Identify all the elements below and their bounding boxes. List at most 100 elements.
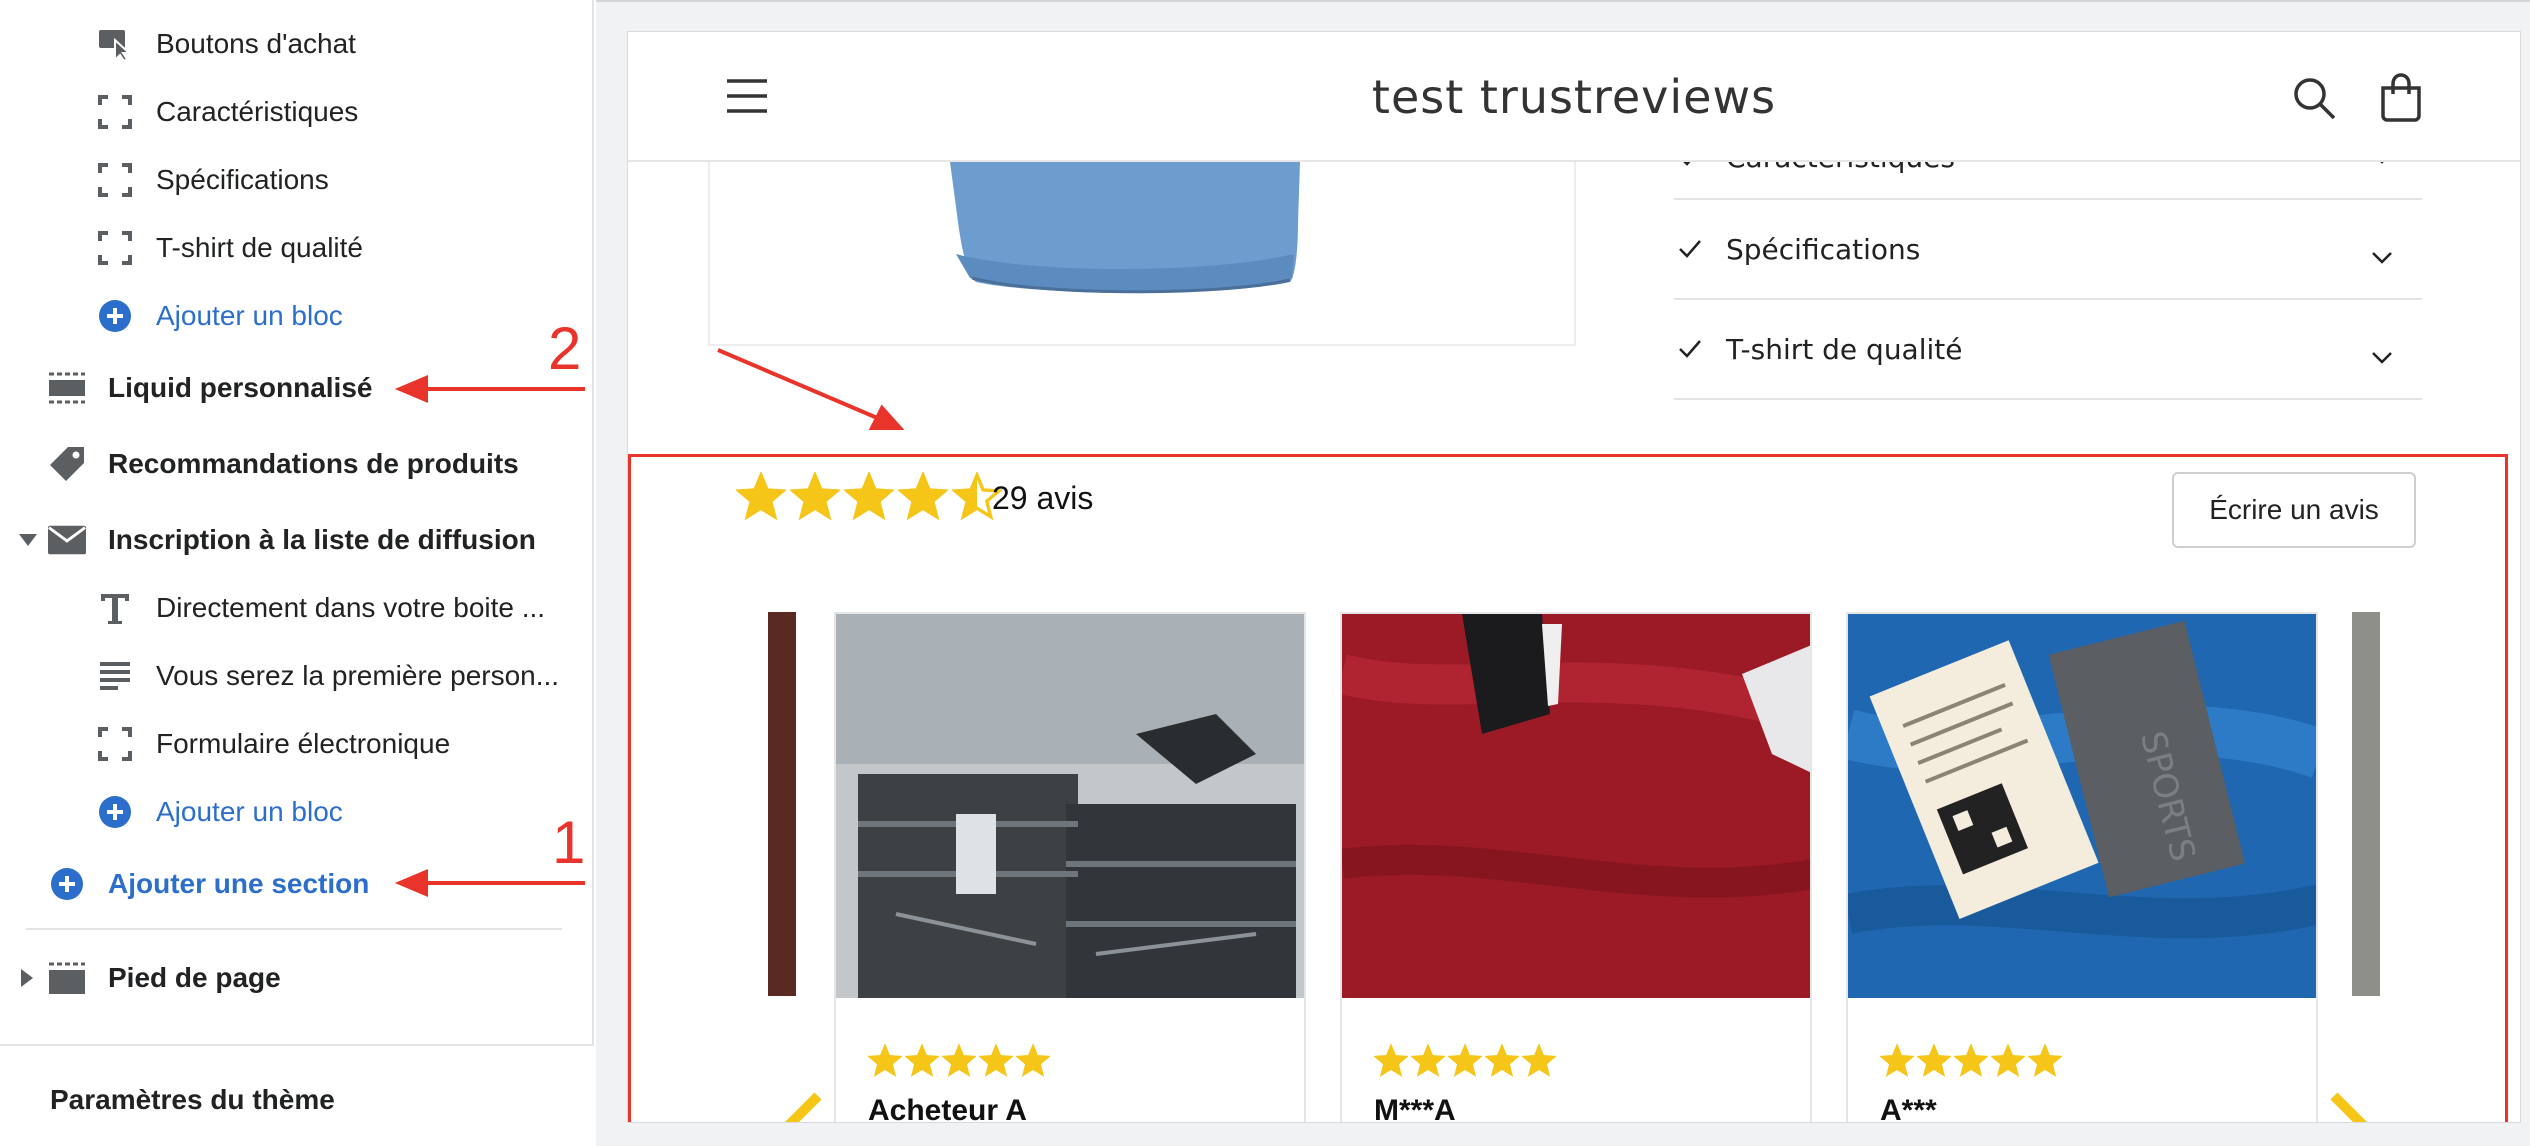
sidebar-section-label: Liquid personnalisé	[108, 372, 373, 403]
dashed-square-icon	[96, 725, 134, 763]
store-title[interactable]: test trustreviews	[628, 70, 2520, 124]
sidebar-block-email-form[interactable]: Formulaire électronique	[96, 714, 450, 774]
chevron-down-icon	[2372, 238, 2392, 271]
star-icon	[844, 472, 894, 521]
star-icon	[1954, 1044, 1988, 1077]
caret-right-icon	[21, 969, 33, 987]
review-card[interactable]: SPORTS A***	[1846, 612, 2318, 1122]
sidebar-item-label: Boutons d'achat	[156, 28, 356, 59]
add-block-button[interactable]: Ajouter un bloc	[96, 286, 343, 346]
accordion-quality-tshirt[interactable]: T-shirt de qualité	[1674, 300, 2422, 400]
add-section-button[interactable]: Ajouter une section	[48, 854, 369, 914]
accordion-label: Spécifications	[1726, 232, 1921, 266]
sidebar-section-product-recommendations[interactable]: Recommandations de produits	[48, 434, 519, 494]
average-rating-stars	[736, 472, 1006, 522]
write-review-button[interactable]: Écrire un avis	[2172, 472, 2416, 548]
sidebar-block-features[interactable]: Caractéristiques	[96, 82, 358, 142]
carousel-prev-arrow-icon[interactable]	[778, 1092, 828, 1122]
sidebar-item-label: Directement dans votre boite ...	[156, 592, 546, 623]
star-icon	[1411, 1044, 1445, 1077]
carousel-edge-photo-right	[2352, 612, 2380, 996]
section-layout-icon	[48, 369, 86, 407]
caret-down-icon	[19, 534, 37, 546]
review-card-stars	[868, 1044, 1053, 1078]
plus-circle-icon	[96, 297, 134, 335]
sidebar-item-label: Caractéristiques	[156, 96, 359, 127]
dashed-square-icon	[96, 161, 134, 199]
sidebar-section-newsletter[interactable]: Inscription à la liste de diffusion	[48, 510, 536, 570]
theme-editor-sidebar: Boutons d'achat Caractéristiques Spécifi…	[0, 0, 594, 1146]
star-icon	[1485, 1044, 1519, 1077]
section-layout-icon	[48, 959, 86, 997]
collapse-caret[interactable]	[18, 510, 38, 570]
review-count[interactable]: 29 avis	[992, 480, 1093, 517]
star-icon	[868, 1044, 902, 1077]
sidebar-item-label: Vous serez la première person...	[156, 660, 560, 691]
sidebar-block-specifications[interactable]: Spécifications	[96, 150, 329, 210]
preview-top-border	[596, 0, 2530, 2]
review-card-stars	[1374, 1044, 1559, 1078]
expand-caret[interactable]	[20, 948, 34, 1008]
review-card[interactable]: M***A	[1340, 612, 1812, 1122]
paragraph-icon	[96, 657, 134, 695]
sidebar-section-label: Recommandations de produits	[108, 448, 519, 479]
envelope-icon	[48, 521, 86, 559]
star-icon	[1016, 1044, 1050, 1077]
plus-circle-icon	[48, 865, 86, 903]
store-preview-frame: test trustreviews Caractéristiques Spéci…	[628, 32, 2520, 1122]
carousel-edge-photo-left	[768, 612, 796, 996]
sidebar-item-label: Formulaire électronique	[156, 728, 451, 759]
review-photo	[836, 614, 1304, 998]
search-icon[interactable]	[2292, 76, 2336, 125]
sidebar-item-label: T-shirt de qualité	[156, 232, 363, 263]
chevron-down-icon	[2372, 338, 2392, 371]
review-photo	[1342, 614, 1810, 998]
sidebar-section-custom-liquid[interactable]: Liquid personnalisé	[48, 358, 372, 418]
star-icon	[790, 472, 840, 521]
cart-icon[interactable]	[2380, 72, 2422, 127]
dashed-square-icon	[96, 229, 134, 267]
theme-settings-label: Paramètres du thème	[50, 1084, 335, 1115]
sidebar-divider	[26, 928, 562, 930]
annotation-number-1: 1	[552, 809, 586, 876]
sidebar-block-quality-tshirt[interactable]: T-shirt de qualité	[96, 218, 363, 278]
carousel-next-arrow-icon[interactable]	[2328, 1092, 2378, 1122]
sidebar-block-buy-buttons[interactable]: Boutons d'achat	[96, 14, 356, 74]
theme-settings-button[interactable]: Paramètres du thème	[0, 1044, 594, 1146]
star-icon	[2028, 1044, 2062, 1077]
review-card[interactable]: Acheteur A	[834, 612, 1306, 1122]
dashed-square-icon	[96, 93, 134, 131]
star-icon	[1991, 1044, 2025, 1077]
sidebar-section-label: Inscription à la liste de diffusion	[108, 524, 536, 555]
accordion-label: T-shirt de qualité	[1726, 332, 1963, 366]
star-icon	[736, 472, 786, 521]
star-icon	[1880, 1044, 1914, 1077]
star-icon	[1522, 1044, 1556, 1077]
sidebar-block-paragraph[interactable]: Vous serez la première person...	[96, 646, 559, 706]
add-block-button[interactable]: Ajouter un bloc	[96, 782, 343, 842]
check-icon	[1678, 333, 1702, 366]
annotation-number-2: 2	[548, 315, 582, 382]
review-photo: SPORTS	[1848, 614, 2316, 998]
review-card-stars	[1880, 1044, 2065, 1078]
check-icon	[1678, 233, 1702, 266]
sidebar-section-label: Pied de page	[108, 962, 281, 993]
tag-icon	[48, 445, 86, 483]
text-icon	[96, 589, 134, 627]
sidebar-item-label: Spécifications	[156, 164, 329, 195]
star-icon	[979, 1044, 1013, 1077]
star-icon	[1917, 1044, 1951, 1077]
star-icon	[898, 472, 948, 521]
plus-circle-icon	[96, 793, 134, 831]
sidebar-section-footer[interactable]: Pied de page	[48, 948, 281, 1008]
star-icon	[1374, 1044, 1408, 1077]
review-author: Acheteur A	[868, 1094, 1027, 1122]
accordion-specifications[interactable]: Spécifications	[1674, 200, 2422, 300]
star-icon	[942, 1044, 976, 1077]
add-block-label: Ajouter un bloc	[156, 300, 343, 331]
star-icon	[905, 1044, 939, 1077]
review-author: M***A	[1374, 1094, 1456, 1122]
sidebar-block-heading[interactable]: Directement dans votre boite ...	[96, 578, 545, 638]
cursor-click-icon	[96, 25, 134, 63]
add-section-label: Ajouter une section	[108, 868, 370, 899]
